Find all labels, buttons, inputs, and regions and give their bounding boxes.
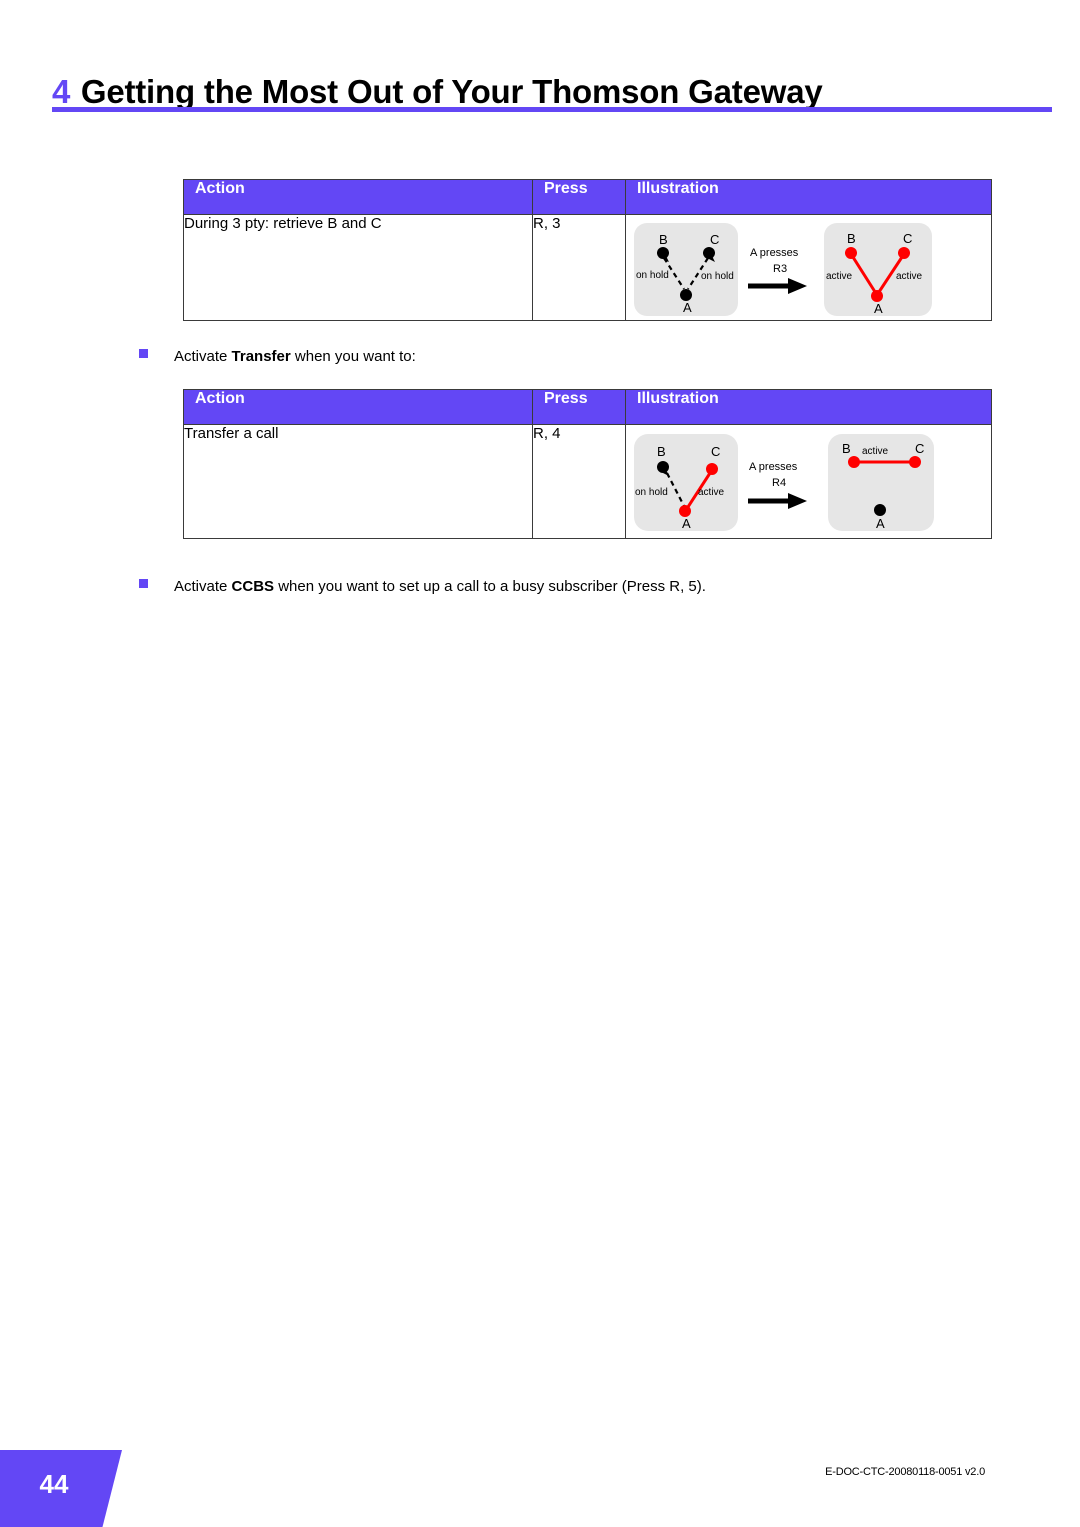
chapter-number: 4 <box>52 73 70 110</box>
node-label-a-before: A <box>682 516 691 531</box>
bullet-emphasis: Transfer <box>231 348 291 365</box>
bullet-activate-transfer: Activate Transfer when you want to: <box>139 348 416 365</box>
cell-action: During 3 pty: retrieve B and C <box>183 214 533 321</box>
page-title: Getting the Most Out of Your Thomson Gat… <box>80 73 823 110</box>
node-label-c-after: C <box>915 441 924 456</box>
illustration-svg-transfer-a-call: B C A on hold active A presses R4 B C A … <box>634 433 934 531</box>
node-dot-b-after <box>845 247 857 259</box>
call-feature-table-2: Action Press Illustration Transfer a cal… <box>183 389 992 539</box>
table-row: Transfer a call R, 4 B C A on hold activ… <box>183 424 992 539</box>
transition-label-line1: A presses <box>749 461 798 473</box>
node-label-a-before: A <box>683 300 692 315</box>
bullet-activate-ccbs: Activate CCBS when you want to set up a … <box>139 578 706 595</box>
column-header-action: Action <box>183 179 533 215</box>
cell-press: R, 3 <box>532 214 626 321</box>
edge-label-onhold-left: on hold <box>636 270 669 281</box>
page-number: 44 <box>39 1469 69 1499</box>
cell-press: R, 4 <box>532 424 626 539</box>
cell-action: Transfer a call <box>183 424 533 539</box>
column-header-illustration: Illustration <box>625 389 992 425</box>
edge-label-onhold: on hold <box>635 487 668 498</box>
node-dot-a-before <box>680 289 692 301</box>
bullet-square-icon <box>139 349 148 358</box>
illustration-svg-retrieve-b-and-c: B C A on hold on hold A presses R3 B C A… <box>634 223 932 316</box>
cell-illustration: B C A on hold on hold A presses R3 B C A… <box>625 214 992 321</box>
node-label-b-after: B <box>847 231 856 246</box>
illustration-row1: B C A on hold on hold A presses R3 B C A… <box>626 215 991 320</box>
document-reference: E-DOC-CTC-20080118-0051 v2.0 <box>825 1466 985 1478</box>
edge-label-active-left: active <box>826 271 853 282</box>
node-label-c-before: C <box>710 232 719 247</box>
node-label-c-after: C <box>903 231 912 246</box>
column-header-illustration: Illustration <box>625 179 992 215</box>
node-dot-a-after <box>871 290 883 302</box>
page-number-badge: 44 <box>0 1450 122 1527</box>
node-label-b-before: B <box>657 444 666 459</box>
node-dot-a-after <box>874 503 886 516</box>
edge-label-onhold-right: on hold <box>701 271 734 282</box>
column-header-action: Action <box>183 389 533 425</box>
node-label-a-after: A <box>876 516 885 531</box>
node-dot-a-before <box>679 504 691 517</box>
edge-label-active: active <box>698 487 725 498</box>
bullet-text: Activate Transfer when you want to: <box>174 348 416 365</box>
table-row: During 3 pty: retrieve B and C R, 3 B C … <box>183 214 992 321</box>
edge-label-active: active <box>862 446 889 457</box>
arrow-right-icon <box>748 492 807 509</box>
node-dot-b-after <box>848 455 860 468</box>
header-divider-rule <box>52 107 1052 112</box>
bullet-emphasis: CCBS <box>231 578 275 595</box>
call-feature-table-1: Action Press Illustration During 3 pty: … <box>183 179 992 321</box>
node-dot-c-before <box>706 462 718 475</box>
bullet-text: Activate CCBS when you want to set up a … <box>174 578 706 595</box>
transition-label-line2: R3 <box>773 263 787 275</box>
arrow-right-icon <box>748 278 807 294</box>
bullet-suffix: when you want to set up a call to a busy… <box>274 578 706 595</box>
transition-label-line1: A presses <box>750 247 799 259</box>
node-label-b-before: B <box>659 232 668 247</box>
cell-illustration: B C A on hold active A presses R4 B C A … <box>625 424 992 539</box>
table-header-row: Action Press Illustration <box>183 179 992 215</box>
column-header-press: Press <box>532 179 626 215</box>
illustration-row2: B C A on hold active A presses R4 B C A … <box>626 425 991 538</box>
table-header-row: Action Press Illustration <box>183 389 992 425</box>
node-label-a-after: A <box>874 301 883 316</box>
node-label-c-before: C <box>711 444 720 459</box>
bullet-suffix: when you want to: <box>290 348 416 365</box>
node-dot-c-after <box>909 455 921 468</box>
page-header: 4 Getting the Most Out of Your Thomson G… <box>52 46 1052 108</box>
node-label-b-after: B <box>842 441 851 456</box>
node-dot-c-after <box>898 247 910 259</box>
bullet-prefix: Activate <box>174 578 232 595</box>
bullet-prefix: Activate <box>174 348 232 365</box>
bullet-square-icon <box>139 579 148 588</box>
transition-label-line2: R4 <box>772 477 786 489</box>
edge-label-active-right: active <box>896 271 923 282</box>
column-header-press: Press <box>532 389 626 425</box>
